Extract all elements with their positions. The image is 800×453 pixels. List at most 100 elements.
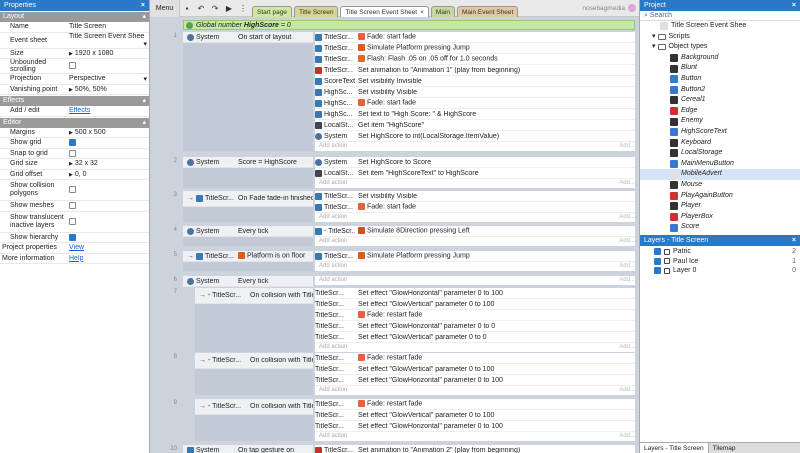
- close-icon[interactable]: ×: [420, 9, 424, 16]
- add-action-link[interactable]: Add action Add...: [315, 386, 635, 395]
- event-conditions[interactable]: → TitleScr... Platform is on floor: [183, 251, 313, 271]
- property-value[interactable]: [66, 186, 149, 194]
- layer-visible-checkbox[interactable]: [654, 267, 661, 275]
- expand-icon[interactable]: ▶: [69, 51, 73, 57]
- project-tree-item[interactable]: PlayAgainButton: [640, 191, 800, 202]
- project-tree-item[interactable]: Keyboard: [640, 138, 800, 149]
- add-action-link[interactable]: Add action Add...: [315, 179, 635, 188]
- add-subevent-link[interactable]: Add...: [619, 343, 635, 352]
- condition-row[interactable]: System On tap gesture on: [183, 445, 313, 453]
- project-tree-item[interactable]: ▾ Object types: [640, 42, 800, 53]
- expand-icon[interactable]: ▶: [69, 172, 73, 178]
- expand-icon[interactable]: ▶: [69, 87, 73, 93]
- event-actions[interactable]: TitleScr... Simulate Platform pressing Ju…: [315, 251, 635, 271]
- project-tree-item[interactable]: ▾ Scripts: [640, 32, 800, 43]
- condition-row[interactable]: System Every tick: [183, 276, 313, 287]
- tab-title-screen-event-sheet[interactable]: Title Screen Event Sheet ×: [340, 5, 429, 17]
- property-link[interactable]: View: [69, 244, 84, 251]
- project-tree-item[interactable]: MainMenuButton: [640, 159, 800, 170]
- project-tree-item[interactable]: Button: [640, 74, 800, 85]
- tab-title-screen[interactable]: Title Screen: [294, 5, 339, 17]
- event-conditions[interactable]: System On start of layout: [183, 32, 313, 151]
- condition-row[interactable]: → TitleScr... Platform is on floor: [183, 251, 313, 262]
- tab-main-event-sheet[interactable]: Main Event Sheet: [457, 5, 519, 17]
- property-value[interactable]: [66, 202, 149, 210]
- project-tree-item[interactable]: MobileAdvert: [640, 169, 800, 180]
- event-actions[interactable]: System Set HighScore to Score LocalSt... Se…: [315, 157, 635, 188]
- add-action-link[interactable]: Add action Add...: [315, 262, 635, 271]
- add-subevent-link[interactable]: Add...: [619, 142, 635, 151]
- chevron-up-icon[interactable]: ▴: [142, 118, 146, 128]
- layer-visible-checkbox[interactable]: [654, 257, 661, 265]
- event-actions[interactable]: - TitleScr... Simulate 8Direction pressin…: [315, 226, 635, 246]
- action-row[interactable]: LocalSt... Get item "HighScore": [315, 120, 635, 131]
- event-actions[interactable]: TitleScr... Set visibility Visible TitleSc…: [315, 191, 635, 222]
- add-subevent-link[interactable]: Add...: [619, 276, 635, 285]
- checkbox[interactable]: [69, 62, 76, 70]
- event-conditions[interactable]: →- TitleScr...On collision with TitleScr…: [195, 288, 313, 352]
- checkbox[interactable]: [69, 149, 76, 157]
- property-value[interactable]: [66, 139, 149, 147]
- condition-row[interactable]: →- TitleScr...On collision with TitleScr…: [195, 353, 313, 369]
- project-tree-item[interactable]: Mouse: [640, 180, 800, 191]
- action-row[interactable]: TitleScr... Fade: restart fade: [315, 353, 635, 364]
- action-row[interactable]: TitleScr... Fade: restart fade: [315, 310, 635, 321]
- action-row[interactable]: TitleScr... Fade: restart fade: [315, 399, 635, 410]
- action-row[interactable]: TitleScr... Set visibility Visible: [315, 191, 635, 202]
- action-row[interactable]: HighSc... Set visibility Visible: [315, 87, 635, 98]
- project-tree-item[interactable]: Blunt: [640, 63, 800, 74]
- global-variable-row[interactable]: Global number HighScore = 0: [183, 20, 635, 30]
- action-row[interactable]: TitleScr... Set effect "GlowVertical" par…: [315, 410, 635, 421]
- bottom-tab[interactable]: Layers - Title Screen: [640, 443, 709, 453]
- property-value[interactable]: ▶ 500 x 500: [66, 129, 149, 136]
- property-section-header[interactable]: Layout ▴: [0, 12, 149, 22]
- account-name[interactable]: nosebagmedia: [582, 5, 625, 12]
- checkbox[interactable]: [69, 186, 76, 194]
- action-row[interactable]: TitleScr... Set animation to "Animation 1…: [315, 65, 635, 76]
- action-row[interactable]: TitleScr... Simulate Platform pressing Ju…: [315, 43, 635, 54]
- add-subevent-link[interactable]: Add...: [619, 386, 635, 395]
- search-input[interactable]: ⌕ Search: [640, 11, 800, 21]
- action-row[interactable]: TitleScr... Set effect "GlowHorizontal" p…: [315, 321, 635, 332]
- action-row[interactable]: TitleScr... Set effect "GlowHorizontal" p…: [315, 421, 635, 432]
- property-value[interactable]: ▶ 32 x 32: [66, 160, 149, 167]
- property-value[interactable]: Effects: [66, 107, 149, 114]
- more-icon[interactable]: ⋮: [236, 4, 250, 13]
- property-value[interactable]: Title Screen: [66, 23, 149, 30]
- project-tree-item[interactable]: Button2: [640, 85, 800, 96]
- condition-row[interactable]: →- TitleScr...On collision with TitleScr…: [195, 288, 313, 304]
- action-row[interactable]: TitleScr... Fade: start fade: [315, 202, 635, 213]
- add-subevent-link[interactable]: Add...: [619, 213, 635, 222]
- expand-icon[interactable]: ▶: [69, 130, 73, 136]
- condition-row[interactable]: System Score = HighScore: [183, 157, 313, 168]
- action-row[interactable]: TitleScr... Set effect "GlowVertical" par…: [315, 364, 635, 375]
- property-value[interactable]: [66, 62, 149, 70]
- project-tree-item[interactable]: PlayerBox: [640, 212, 800, 223]
- condition-row[interactable]: → TitleScr... On Fade fade-in finished: [183, 191, 313, 207]
- property-link[interactable]: Help: [69, 255, 83, 262]
- property-value[interactable]: [66, 233, 149, 241]
- condition-row[interactable]: →- TitleScr...On collision with TitleScr…: [195, 399, 313, 415]
- event-conditions[interactable]: System On tap gesture on: [183, 445, 313, 453]
- chevron-up-icon[interactable]: ▴: [142, 12, 146, 22]
- action-row[interactable]: TitleScr... Set effect "GlowHorizontal" p…: [315, 375, 635, 386]
- project-tree-item[interactable]: Title Screen Event Shee: [640, 21, 800, 32]
- chevron-down-icon[interactable]: ▾: [143, 40, 149, 48]
- property-value[interactable]: [66, 149, 149, 157]
- lock-icon[interactable]: [664, 267, 670, 274]
- add-action-link[interactable]: Add action Add...: [315, 142, 635, 151]
- add-action-link[interactable]: Add action Add...: [315, 432, 635, 441]
- property-section-header[interactable]: Editor ▴: [0, 117, 149, 128]
- event-conditions[interactable]: System Every tick: [183, 226, 313, 246]
- event-actions[interactable]: Add action Add...: [315, 276, 635, 285]
- action-row[interactable]: TitleScr... Set animation to "Animation 2…: [315, 445, 635, 453]
- project-tree-item[interactable]: Background: [640, 53, 800, 64]
- action-row[interactable]: HighSc... Set text to "High Score: " & Hi…: [315, 109, 635, 120]
- project-tree-item[interactable]: HighScoreText: [640, 127, 800, 138]
- action-row[interactable]: TitleScr... Set effect "GlowHorizontal" p…: [315, 288, 635, 299]
- layer-visible-checkbox[interactable]: [654, 248, 661, 256]
- lock-icon[interactable]: [664, 258, 670, 265]
- event-conditions[interactable]: System Every tick: [183, 276, 313, 287]
- checkbox[interactable]: [69, 233, 76, 241]
- event-actions[interactable]: TitleScr... Fade: restart fade TitleScr...…: [315, 353, 635, 395]
